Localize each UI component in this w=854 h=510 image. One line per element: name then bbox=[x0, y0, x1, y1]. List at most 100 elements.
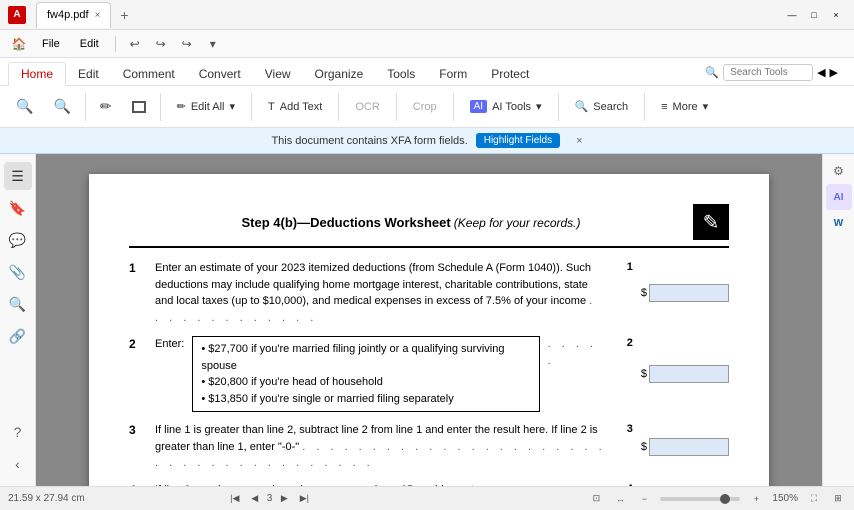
tab-convert[interactable]: Convert bbox=[187, 63, 253, 85]
menu-sep1 bbox=[115, 36, 116, 52]
row-line-1: 1 bbox=[617, 260, 633, 326]
pdf-row-1: 1 Enter an estimate of your 2023 itemize… bbox=[129, 260, 729, 326]
new-tab-btn[interactable]: + bbox=[113, 4, 135, 26]
last-page-btn[interactable]: ▶| bbox=[296, 491, 312, 507]
add-text-icon: T bbox=[268, 101, 275, 113]
row-line-3: 3 bbox=[617, 422, 633, 472]
fit-width-btn[interactable]: ↔ bbox=[612, 491, 628, 507]
tab-organize[interactable]: Organize bbox=[303, 63, 376, 85]
row-2-bullet-2: • $20,800 if you're head of household bbox=[201, 374, 530, 391]
maximize-btn[interactable]: □ bbox=[804, 7, 824, 23]
paint-icon: ✏ bbox=[100, 98, 112, 115]
row-2-dots: . . . . . bbox=[548, 336, 609, 369]
home-icon-btn[interactable]: 🏠 bbox=[8, 33, 30, 55]
toolbar: 🔍 🔍 ✏ ✏ Edit All ▾ T Add Text OCR Crop A… bbox=[0, 86, 854, 128]
tab-edit[interactable]: Edit bbox=[66, 63, 111, 85]
fullscreen-btn[interactable]: ⛶ bbox=[806, 491, 822, 507]
add-text-btn[interactable]: T Add Text bbox=[258, 93, 332, 121]
main-layout: ☰ 🔖 💬 📎 🔍 🔗 ? ‹ Step 4(b)—Deductions Wor… bbox=[0, 154, 854, 486]
row-input-2[interactable] bbox=[649, 365, 729, 383]
sidebar-help-icon[interactable]: ? bbox=[4, 418, 32, 446]
row-input-area-2: $ bbox=[641, 336, 729, 412]
row-input-3[interactable] bbox=[649, 438, 729, 456]
toolbar-sep7 bbox=[558, 93, 559, 121]
zoom-in-icon: 🔍 bbox=[53, 98, 70, 115]
undo-btn[interactable]: ↩ bbox=[124, 33, 146, 55]
right-sidebar-settings-icon[interactable]: ⚙ bbox=[826, 158, 852, 184]
split-view-btn[interactable]: ⊞ bbox=[830, 491, 846, 507]
more-dropdown-arrow: ▾ bbox=[703, 100, 709, 113]
tab-close-btn[interactable]: × bbox=[95, 10, 101, 21]
right-sidebar-ai-icon[interactable]: AI bbox=[826, 184, 852, 210]
edit-dropdown-arrow: ▾ bbox=[229, 100, 235, 113]
sidebar-bottom: ? ‹ bbox=[4, 418, 32, 478]
highlight-fields-btn[interactable]: Highlight Fields bbox=[476, 133, 560, 148]
toolbar-sep6 bbox=[453, 93, 454, 121]
prev-page-btn[interactable]: ◀ bbox=[247, 491, 263, 507]
search-icon: 🔍 bbox=[575, 100, 589, 113]
status-center: |◀ ◀ 3 ▶ ▶| bbox=[227, 491, 313, 507]
sidebar-comment-icon[interactable]: 💬 bbox=[4, 226, 32, 254]
zoom-out-btn[interactable]: 🔍 bbox=[8, 89, 41, 125]
fit-page-btn[interactable]: ⊡ bbox=[588, 491, 604, 507]
ocr-btn[interactable]: OCR bbox=[345, 93, 389, 121]
zoom-in-btn[interactable]: 🔍 bbox=[45, 89, 78, 125]
sidebar-collapse-icon[interactable]: ‹ bbox=[4, 450, 32, 478]
sidebar-search-icon[interactable]: 🔍 bbox=[4, 290, 32, 318]
close-btn[interactable]: × bbox=[826, 7, 846, 23]
nav-back-btn[interactable]: ◀ bbox=[817, 66, 825, 79]
zoom-thumb bbox=[720, 494, 730, 504]
menu-file[interactable]: File bbox=[34, 35, 68, 53]
tab-protect[interactable]: Protect bbox=[479, 63, 541, 85]
sidebar-bookmark-icon[interactable]: 🔖 bbox=[4, 194, 32, 222]
redo-btn[interactable]: ↪ bbox=[150, 33, 172, 55]
row-line-2: 2 bbox=[617, 336, 633, 412]
row-input-area-1: $ bbox=[641, 260, 729, 326]
tab-tools[interactable]: Tools bbox=[375, 63, 427, 85]
row-content-1: Enter an estimate of your 2023 itemized … bbox=[155, 260, 609, 326]
zoom-out-status-btn[interactable]: − bbox=[636, 491, 652, 507]
toolbar-sep1 bbox=[85, 93, 86, 121]
toolbar-sep8 bbox=[644, 93, 645, 121]
rect-btn[interactable] bbox=[124, 89, 154, 125]
zoom-in-status-btn[interactable]: + bbox=[748, 491, 764, 507]
edit-icon: ✏ bbox=[177, 100, 186, 113]
tab-home[interactable]: Home bbox=[8, 62, 66, 86]
tab-comment[interactable]: Comment bbox=[111, 63, 187, 85]
file-tab[interactable]: fw4p.pdf × bbox=[36, 2, 111, 28]
redo2-btn[interactable]: ↪ bbox=[176, 33, 198, 55]
paint-btn[interactable]: ✏ bbox=[92, 89, 120, 125]
row-num-2: 2 bbox=[129, 336, 147, 412]
crop-btn[interactable]: Crop bbox=[403, 93, 447, 121]
toolbar-sep2 bbox=[160, 93, 161, 121]
row-input-1[interactable] bbox=[649, 284, 729, 302]
tab-form[interactable]: Form bbox=[427, 63, 479, 85]
pdf-row-4: 4 If line 3 equals zero, and you (or you… bbox=[129, 482, 729, 487]
pdf-container[interactable]: Step 4(b)—Deductions Worksheet (Keep for… bbox=[36, 154, 822, 486]
row-input-area-3: $ bbox=[641, 422, 729, 472]
search-btn[interactable]: 🔍 Search bbox=[565, 93, 639, 121]
menu-edit[interactable]: Edit bbox=[72, 35, 107, 53]
sidebar-link-icon[interactable]: 🔗 bbox=[4, 322, 32, 350]
dropdown-btn[interactable]: ▾ bbox=[202, 33, 224, 55]
minimize-btn[interactable]: — bbox=[782, 7, 802, 23]
row-2-bullet-3: • $13,850 if you're single or married fi… bbox=[201, 391, 530, 408]
current-page: 3 bbox=[267, 493, 273, 504]
next-page-btn[interactable]: ▶ bbox=[276, 491, 292, 507]
nav-fwd-btn[interactable]: ▶ bbox=[830, 66, 838, 79]
titlebar: A fw4p.pdf × + — □ × bbox=[0, 0, 854, 30]
first-page-btn[interactable]: |◀ bbox=[227, 491, 243, 507]
zoom-slider[interactable] bbox=[660, 497, 740, 501]
pdf-row-3: 3 If line 1 is greater than line 2, subt… bbox=[129, 422, 729, 472]
ribbon-tabs: Home Edit Comment Convert View Organize … bbox=[0, 58, 854, 86]
right-sidebar: ⚙ AI W bbox=[822, 154, 854, 486]
right-sidebar-word-icon[interactable]: W bbox=[826, 210, 852, 236]
sidebar-menu-icon[interactable]: ☰ bbox=[4, 162, 32, 190]
more-btn[interactable]: ≡ More ▾ bbox=[651, 93, 718, 121]
notification-close-btn[interactable]: × bbox=[576, 135, 582, 147]
sidebar-attach-icon[interactable]: 📎 bbox=[4, 258, 32, 286]
tab-view[interactable]: View bbox=[253, 63, 303, 85]
search-tools-input[interactable] bbox=[723, 64, 813, 81]
ai-tools-btn[interactable]: AI AI Tools ▾ bbox=[460, 93, 552, 121]
edit-all-btn[interactable]: ✏ Edit All ▾ bbox=[167, 93, 245, 121]
